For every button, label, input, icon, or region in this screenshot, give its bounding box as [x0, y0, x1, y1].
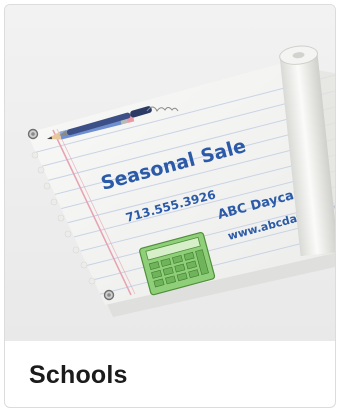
banner-illustration: Seasonal Sale 713.555.3926 ABC Daycare w…: [5, 5, 335, 341]
category-card-schools[interactable]: Seasonal Sale 713.555.3926 ABC Daycare w…: [4, 4, 336, 408]
card-image: Seasonal Sale 713.555.3926 ABC Daycare w…: [5, 5, 335, 341]
card-title: Schools: [29, 361, 128, 389]
